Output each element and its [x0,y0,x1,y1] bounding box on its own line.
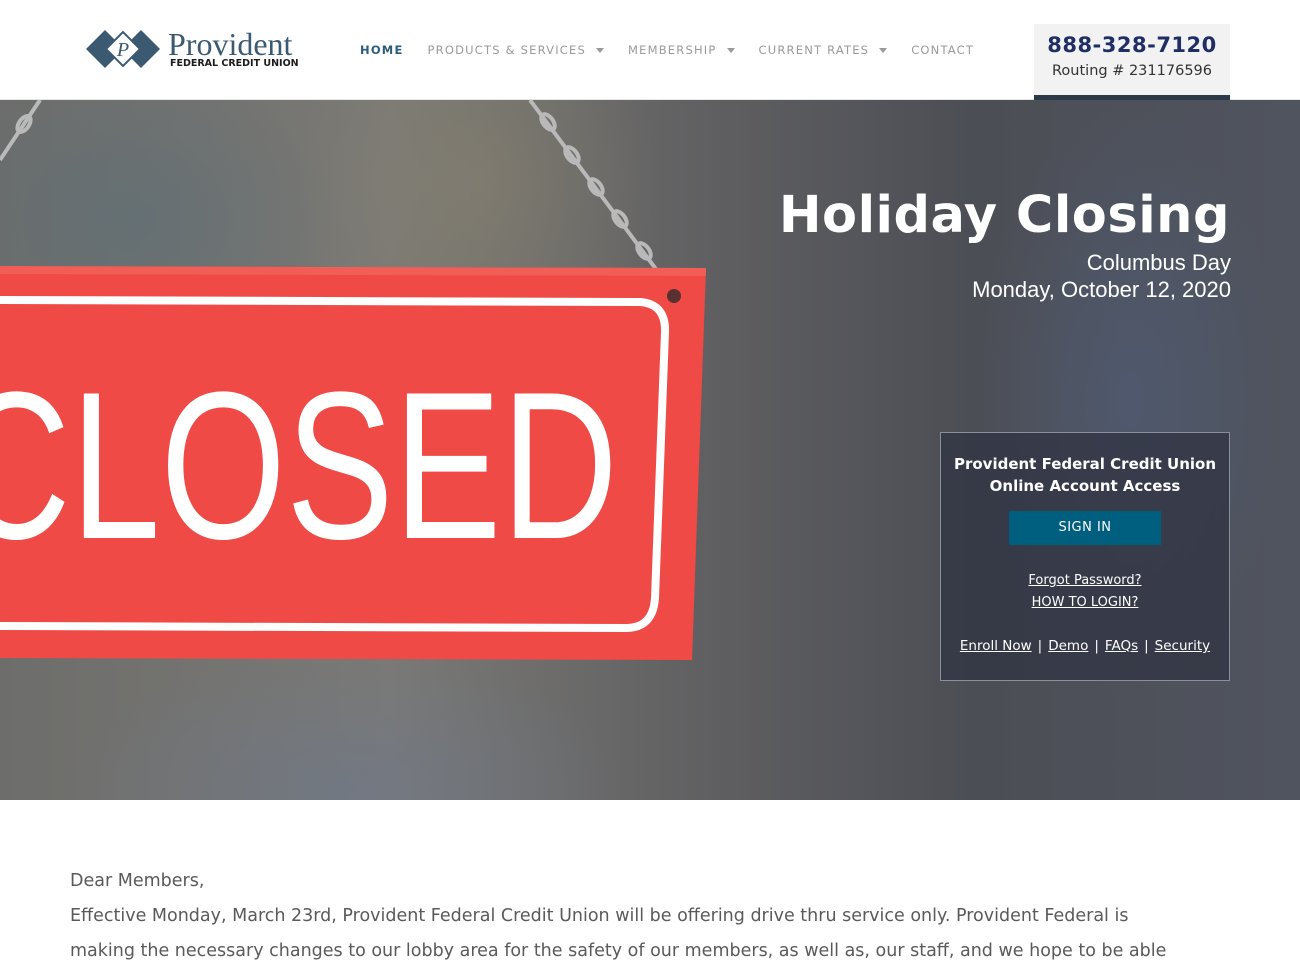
nav-item-home[interactable]: HOME [360,40,404,60]
security-link[interactable]: Security [1155,638,1210,654]
diamond-logo-icon: P [86,30,160,68]
nav-item-label: HOME [360,43,404,57]
announcement-line-1: Effective Monday, March 23rd, Provident … [70,906,1129,926]
faqs-link[interactable]: FAQs [1105,638,1138,654]
how-to-login-link[interactable]: HOW TO LOGIN? [941,595,1229,610]
forgot-password-link[interactable]: Forgot Password? [941,573,1229,588]
link-separator: | [1094,638,1099,654]
nav-item-label: MEMBERSHIP [627,43,717,57]
login-title-line1: Provident Federal Credit Union [953,455,1217,473]
announcement-text: Dear Members, Effective Monday, March 23… [70,864,1230,969]
hero-date: Monday, October 12, 2020 [972,277,1231,302]
hero-banner: CLOSED Holiday Closing Columbus Day Mond… [0,100,1300,800]
nav-item-membership[interactable]: MEMBERSHIP [628,40,735,60]
logo-letter: P [116,39,129,61]
sign-in-button[interactable]: SIGN IN [1009,511,1161,545]
link-separator: | [1037,638,1043,654]
enroll-now-link[interactable]: Enroll Now [960,638,1032,654]
phone-number[interactable]: 888-328-7120 [1034,33,1230,57]
greeting-text: Dear Members, [70,871,205,891]
main-nav: HOME PRODUCTS & SERVICES MEMBERSHIP CURR… [360,40,998,60]
nav-item-label: PRODUCTS & SERVICES [427,43,586,57]
hero-title: Holiday Closing [778,186,1230,245]
brand-logo[interactable]: P Provident FEDERAL CREDIT UNION [84,26,314,74]
nav-item-current-rates[interactable]: CURRENT RATES [759,40,888,60]
login-links-row: Enroll Now | Demo | FAQs | Security [941,638,1229,654]
routing-number: Routing # 231176596 [1052,63,1212,79]
announcement-line-2: making the necessary changes to our lobb… [70,941,1167,961]
nav-item-contact[interactable]: CONTACT [911,40,974,60]
nav-item-label: CONTACT [911,43,975,57]
contact-box: 888-328-7120 Routing # 231176596 [1034,24,1230,100]
caret-down-icon [879,47,888,53]
caret-down-icon [595,47,604,53]
link-separator: | [1144,638,1149,654]
hero-subtitle: Columbus Day [1086,250,1231,275]
online-access-card: Provident Federal Credit Union Online Ac… [940,432,1230,681]
brand-name: Provident [168,26,293,62]
demo-link[interactable]: Demo [1048,638,1088,654]
caret-down-icon [726,47,735,53]
site-header: P Provident FEDERAL CREDIT UNION HOME PR… [0,0,1300,100]
nav-item-label: CURRENT RATES [758,43,870,57]
brand-subtitle: FEDERAL CREDIT UNION [170,58,299,69]
login-title-line2: Online Account Access [989,477,1181,495]
sign-text: CLOSED [0,348,618,583]
nav-item-products-services[interactable]: PRODUCTS & SERVICES [428,40,604,60]
